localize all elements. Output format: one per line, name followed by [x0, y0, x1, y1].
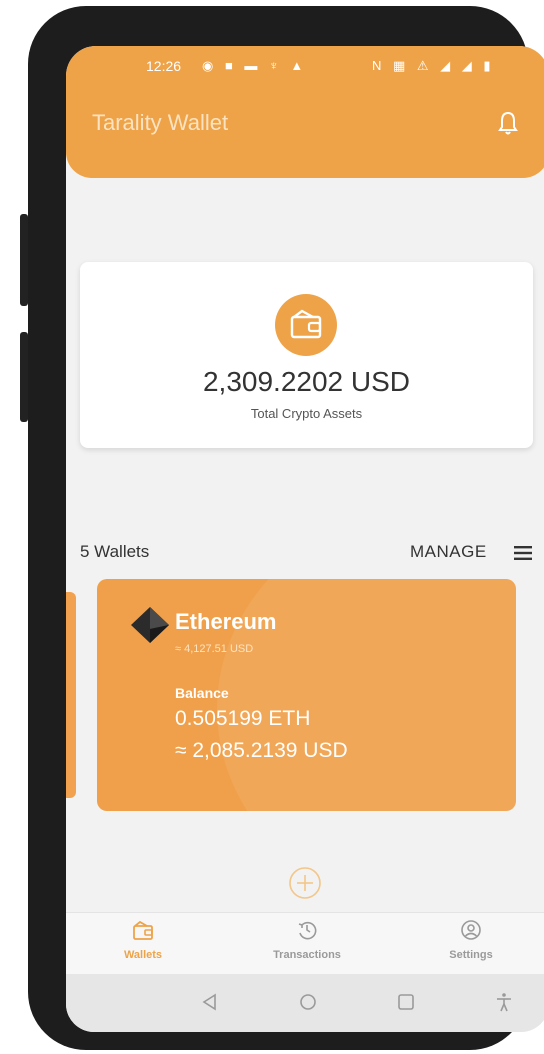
status-bar: 12:26 ◉ ■ ▬ ♆ ▲ N ▦ ⚠ ◢ ◢ ▮ [66, 56, 544, 78]
nav-label-wallets: Wallets [123, 949, 163, 961]
home-icon[interactable] [298, 992, 318, 1012]
app-title: Tarality Wallet [92, 110, 229, 135]
wallet-card-ethereum[interactable]: Ethereum ≈ 4,127.51 USD Balance 0.505199… [97, 579, 516, 811]
wallet-icon [275, 294, 337, 356]
user-circle-icon [461, 920, 481, 940]
balance-label: Balance [175, 685, 229, 701]
status-time: 12:26 [146, 58, 182, 74]
balance-usd: ≈ 2,085.2139 USD [175, 739, 348, 762]
volume-down-button [20, 332, 28, 422]
previous-wallet-card[interactable] [66, 592, 76, 798]
total-caption: Total Crypto Assets [250, 406, 363, 421]
app-screen: 12:26 ◉ ■ ▬ ♆ ▲ N ▦ ⚠ ◢ ◢ ▮ Tarality Wal… [66, 46, 544, 1032]
nav-label-transactions: Transactions [273, 949, 341, 961]
wallet-rate: ≈ 4,127.51 USD [175, 643, 254, 655]
bottom-nav: Wallets Transactions Settings [66, 912, 544, 974]
volume-up-button [20, 214, 28, 306]
bell-icon[interactable] [496, 110, 520, 136]
add-wallet-button[interactable] [288, 866, 322, 900]
nav-label-settings: Settings [449, 949, 493, 961]
history-icon [298, 921, 317, 940]
phone-frame: 12:26 ◉ ■ ▬ ♆ ▲ N ▦ ⚠ ◢ ◢ ▮ Tarality Wal… [20, 6, 544, 1050]
status-notification-icons: ◉ ■ ▬ ♆ ▲ [202, 58, 308, 73]
total-assets-card: 2,309.2202 USD Total Crypto Assets [80, 262, 533, 448]
ethereum-icon [131, 607, 169, 643]
back-icon[interactable] [200, 992, 220, 1012]
wallet-name: Ethereum [175, 609, 277, 634]
wallet-icon [133, 920, 153, 940]
accessibility-icon[interactable] [494, 992, 514, 1012]
wallets-count: 5 Wallets [80, 542, 150, 561]
app-header: 12:26 ◉ ■ ▬ ♆ ▲ N ▦ ⚠ ◢ ◢ ▮ Tarality Wal… [66, 46, 544, 178]
manage-button[interactable]: MANAGE [410, 542, 487, 562]
status-system-icons: N ▦ ⚠ ◢ ◢ ▮ [372, 58, 495, 73]
nav-settings[interactable]: Settings [416, 919, 526, 961]
nav-transactions[interactable]: Transactions [252, 919, 362, 961]
system-nav-bar [66, 974, 544, 1032]
nav-wallets[interactable]: Wallets [88, 919, 198, 961]
total-amount: 2,309.2202 USD [202, 366, 411, 397]
balance-crypto: 0.505199 ETH [175, 707, 311, 730]
recents-icon[interactable] [396, 992, 416, 1012]
menu-icon[interactable] [514, 546, 532, 560]
